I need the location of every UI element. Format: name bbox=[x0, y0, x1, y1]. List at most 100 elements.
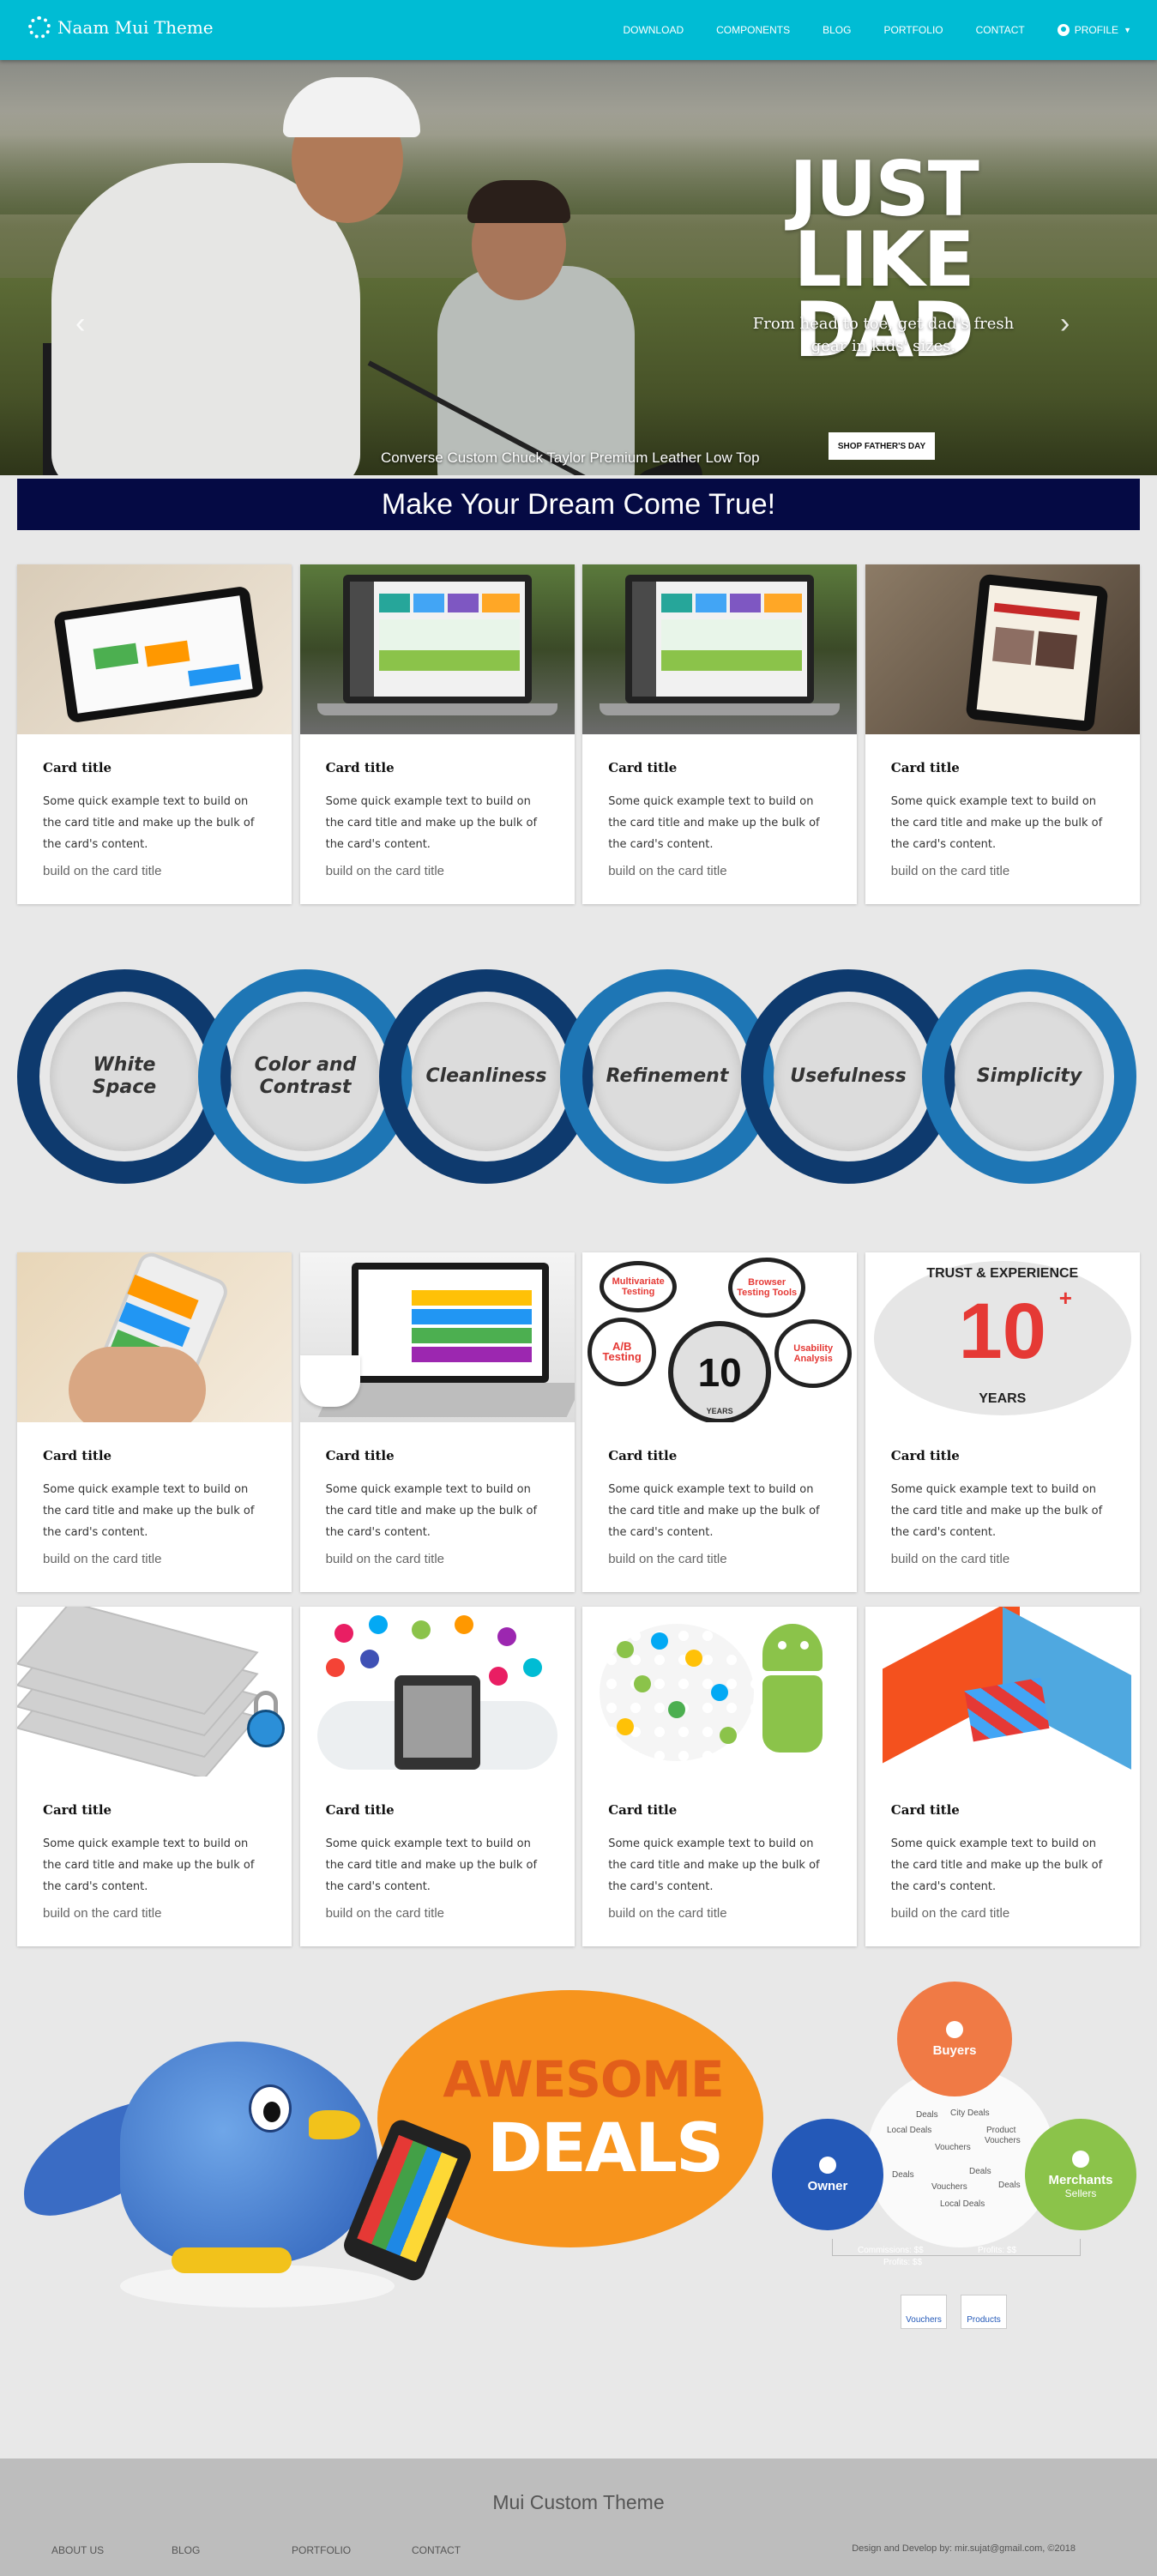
bubble-years-label: YEARS bbox=[706, 1407, 733, 1415]
card-title: Card title bbox=[890, 1802, 960, 1818]
vouchers-box: Vouchers bbox=[901, 2295, 947, 2329]
card-image-laptop-desk bbox=[299, 1252, 575, 1422]
card[interactable]: Card title Some quick example text to bu… bbox=[582, 564, 858, 904]
bird-feet bbox=[172, 2247, 292, 2273]
card[interactable]: Card title Some quick example text to bu… bbox=[865, 564, 1140, 904]
footer-copyright: Design and Develop by: mir.sujat@gmail.c… bbox=[852, 2543, 1076, 2554]
bubble-multivariate: Multivariate Testing bbox=[600, 1261, 678, 1312]
card-grid-3: Card title Some quick example text to bu… bbox=[17, 1607, 1140, 1946]
deals-line1: AWESOME bbox=[443, 2050, 724, 2108]
carousel-caption: Converse Custom Chuck Taylor Premium Lea… bbox=[381, 449, 760, 466]
diagram-revenue: Profits: $$ bbox=[883, 2258, 923, 2267]
footer-blog-link[interactable]: BLOG bbox=[172, 2544, 292, 2556]
bird-mascot bbox=[120, 2042, 377, 2265]
card[interactable]: Card title Some quick example text to bu… bbox=[17, 564, 292, 904]
card[interactable]: Card title Some quick example text to bu… bbox=[299, 1607, 575, 1946]
diagram-word: City Deals bbox=[950, 2108, 990, 2118]
bubble-browser-tools: Browser Testing Tools bbox=[728, 1258, 806, 1318]
diagram-word: Deals bbox=[969, 2167, 991, 2176]
card-subtext: build on the card title bbox=[43, 1552, 162, 1566]
profile-dropdown[interactable]: PROFILE ▼ bbox=[1057, 24, 1131, 36]
brand-logo-icon bbox=[28, 16, 51, 39]
products-box: Products bbox=[961, 2295, 1007, 2329]
carousel-prev-icon[interactable]: ‹ bbox=[75, 307, 85, 341]
card-image-laptop-dashboard bbox=[299, 564, 575, 734]
bubble-ab-testing: A/B Testing bbox=[588, 1318, 657, 1386]
card[interactable]: Multivariate Testing Browser Testing Too… bbox=[582, 1252, 858, 1592]
card-text: Some quick example text to build on the … bbox=[43, 1483, 255, 1539]
card-title: Card title bbox=[43, 1802, 112, 1818]
trust-bottom-text: YEARS bbox=[979, 1391, 1027, 1406]
card-subtext: build on the card title bbox=[325, 864, 445, 878]
card-title: Card title bbox=[608, 1448, 678, 1463]
nav-blog[interactable]: BLOG bbox=[823, 24, 851, 36]
bubble-usability: Usability Analysis bbox=[774, 1319, 853, 1388]
card[interactable]: Card title Some quick example text to bu… bbox=[582, 1607, 858, 1946]
hero-title-line1: JUST LIKE bbox=[789, 145, 979, 304]
nav-portfolio[interactable]: PORTFOLIO bbox=[883, 24, 943, 36]
card-subtext: build on the card title bbox=[608, 864, 727, 878]
principle-label: Simplicity bbox=[976, 1065, 1082, 1087]
trust-top-text: TRUST & EXPERIENCE bbox=[926, 1266, 1079, 1281]
diagram-word: Deals bbox=[916, 2110, 938, 2120]
card-text: Some quick example text to build on the … bbox=[325, 1837, 538, 1893]
caret-down-icon: ▼ bbox=[1124, 26, 1131, 34]
nav-components[interactable]: COMPONENTS bbox=[716, 24, 790, 36]
footer-about-link[interactable]: ABOUT US bbox=[51, 2544, 172, 2556]
diagram-word: Local Deals bbox=[887, 2126, 932, 2135]
card-text: Some quick example text to build on the … bbox=[890, 1837, 1103, 1893]
main-menu: DOWNLOAD COMPONENTS BLOG PORTFOLIO CONTA… bbox=[590, 0, 1131, 60]
nav-contact[interactable]: CONTACT bbox=[976, 24, 1025, 36]
diagram-word: Product bbox=[986, 2126, 1016, 2135]
buyers-label: Buyers bbox=[932, 2042, 977, 2058]
card[interactable]: Card title Some quick example text to bu… bbox=[299, 1252, 575, 1592]
diagram-word: Vouchers bbox=[985, 2136, 1021, 2145]
card-title: Card title bbox=[608, 760, 678, 775]
card-text: Some quick example text to build on the … bbox=[608, 1483, 820, 1539]
person-icon bbox=[819, 2156, 836, 2174]
card-grid-2: Card title Some quick example text to bu… bbox=[17, 1252, 1140, 1592]
card-text: Some quick example text to build on the … bbox=[890, 1483, 1103, 1539]
card[interactable]: Card title Some quick example text to bu… bbox=[299, 564, 575, 904]
design-principles-rings: White Space Color and Contrast Cleanliness… bbox=[17, 969, 1140, 1184]
card-subtext: build on the card title bbox=[890, 864, 1010, 878]
card-image-testing-bubbles: Multivariate Testing Browser Testing Too… bbox=[582, 1252, 858, 1422]
diagram-word: Vouchers bbox=[931, 2182, 967, 2192]
buyers-node: Buyers bbox=[897, 1982, 1012, 2096]
hero-subtitle-line1: From head to toe, get dad's fresh bbox=[752, 315, 1015, 333]
hero-figure-man-cap bbox=[283, 77, 420, 137]
footer-links: ABOUT US BLOG PORTFOLIO CONTACT bbox=[51, 2544, 532, 2556]
card-subtext: build on the card title bbox=[43, 1906, 162, 1921]
card-subtext: build on the card title bbox=[608, 1552, 727, 1566]
card-subtext: build on the card title bbox=[43, 864, 162, 878]
people-icon bbox=[946, 2020, 963, 2038]
card-text: Some quick example text to build on the … bbox=[325, 1483, 538, 1539]
card-text: Some quick example text to build on the … bbox=[890, 795, 1103, 851]
card-text: Some quick example text to build on the … bbox=[43, 1837, 255, 1893]
card-subtext: build on the card title bbox=[325, 1906, 445, 1921]
card-image-android-apps bbox=[582, 1607, 858, 1777]
bird-pupil bbox=[263, 2102, 280, 2122]
brand-link[interactable]: Naam Mui Theme bbox=[28, 16, 214, 39]
deals-diagram: Deals City Deals Local Deals Product Vou… bbox=[772, 1982, 1141, 2342]
card-title: Card title bbox=[325, 760, 395, 775]
card-title: Card title bbox=[325, 1448, 395, 1463]
nav-download[interactable]: DOWNLOAD bbox=[623, 24, 684, 36]
shop-fathers-day-button[interactable]: SHOP FATHER'S DAY bbox=[829, 432, 935, 460]
card[interactable]: Card title Some quick example text to bu… bbox=[17, 1607, 292, 1946]
hero-figure-boy-hair bbox=[467, 180, 570, 223]
hero-subtitle-line2: gear in kids' sizes. bbox=[811, 337, 956, 355]
footer-portfolio-link[interactable]: PORTFOLIO bbox=[292, 2544, 412, 2556]
card-title: Card title bbox=[890, 760, 960, 775]
account-circle-icon bbox=[1057, 24, 1070, 36]
card[interactable]: Card title Some quick example text to bu… bbox=[865, 1607, 1140, 1946]
card-image-smartphone bbox=[17, 1252, 292, 1422]
footer-contact-link[interactable]: CONTACT bbox=[412, 2544, 532, 2556]
merchants-node: Merchants Sellers bbox=[1025, 2119, 1136, 2230]
card[interactable]: Card title Some quick example text to bu… bbox=[17, 1252, 292, 1592]
carousel-next-icon[interactable]: › bbox=[1060, 307, 1070, 341]
tagline-banner: Make Your Dream Come True! bbox=[17, 479, 1140, 530]
card-title: Card title bbox=[890, 1448, 960, 1463]
card-text: Some quick example text to build on the … bbox=[608, 1837, 820, 1893]
card[interactable]: TRUST & EXPERIENCE 10 + YEARS Card title… bbox=[865, 1252, 1140, 1592]
